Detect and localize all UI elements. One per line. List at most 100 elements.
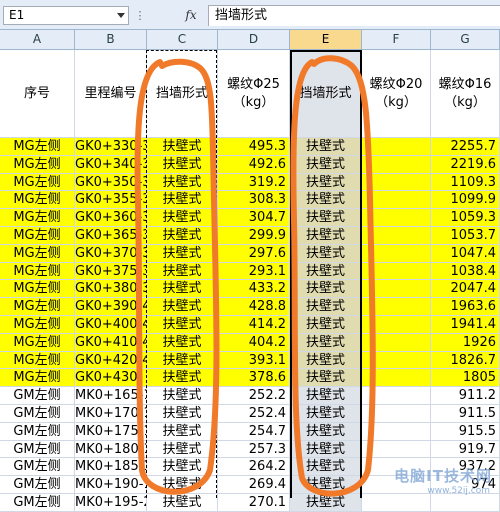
table-cell-a[interactable]: MG左侧 — [0, 280, 75, 299]
table-cell-c[interactable]: 扶壁式 — [147, 138, 218, 156]
table-cell-a[interactable]: GM左侧 — [0, 476, 75, 494]
table-cell-c[interactable]: 扶壁式 — [147, 155, 218, 174]
table-cell-c[interactable]: 扶壁式 — [147, 280, 218, 299]
column-header-e[interactable]: E — [290, 30, 362, 49]
name-box[interactable]: E1 — [3, 6, 129, 25]
table-cell-f[interactable] — [362, 422, 431, 441]
table-cell-f[interactable] — [362, 333, 431, 352]
table-cell-g[interactable] — [431, 494, 500, 512]
table-cell-c[interactable]: 扶壁式 — [147, 244, 218, 263]
table-cell-d[interactable]: 393.1 — [218, 351, 290, 370]
column-header-g[interactable]: G — [431, 30, 500, 49]
table-cell-f[interactable] — [362, 244, 431, 263]
table-cell-e[interactable]: 扶壁式 — [290, 422, 362, 441]
table-cell-b[interactable]: GK0+350-35 — [75, 173, 147, 192]
header-cell-index[interactable]: 序号 — [0, 50, 75, 138]
table-cell-a[interactable]: MG左侧 — [0, 298, 75, 316]
table-cell-b[interactable]: GK0+375-38 — [75, 262, 147, 281]
table-cell-c[interactable]: 扶壁式 — [147, 440, 218, 459]
splitter-dots-icon[interactable]: ⋮ — [134, 8, 146, 24]
table-cell-d[interactable]: 252.2 — [218, 387, 290, 405]
table-cell-b[interactable]: GK0+430- — [75, 369, 147, 388]
table-cell-f[interactable] — [362, 405, 431, 423]
table-cell-a[interactable]: MG左侧 — [0, 155, 75, 174]
table-cell-c[interactable]: 扶壁式 — [147, 333, 218, 352]
table-cell-d[interactable]: 304.7 — [218, 209, 290, 227]
table-cell-a[interactable]: MG左侧 — [0, 316, 75, 334]
table-cell-c[interactable]: 扶壁式 — [147, 387, 218, 405]
table-cell-c[interactable]: 扶壁式 — [147, 316, 218, 334]
table-cell-c[interactable]: 扶壁式 — [147, 351, 218, 370]
table-cell-a[interactable]: GM左侧 — [0, 440, 75, 459]
table-cell-e[interactable]: 扶壁式 — [290, 458, 362, 477]
header-cell-rebar-20[interactable]: 螺纹Φ20（kg） — [362, 50, 431, 138]
table-cell-b[interactable]: GK0+340-35 — [75, 155, 147, 174]
table-cell-a[interactable]: MG左侧 — [0, 191, 75, 210]
table-cell-g[interactable]: 911.5 — [431, 405, 500, 423]
table-cell-d[interactable]: 293.1 — [218, 262, 290, 281]
table-cell-g[interactable]: 1047.4 — [431, 244, 500, 263]
fx-icon[interactable]: fx — [178, 6, 204, 25]
table-cell-a[interactable]: MG左侧 — [0, 173, 75, 192]
table-cell-g[interactable]: 2219.6 — [431, 155, 500, 174]
table-cell-g[interactable]: 1109.3 — [431, 173, 500, 192]
table-cell-b[interactable]: MK0+190-19 — [75, 476, 147, 494]
column-header-b[interactable]: B — [75, 30, 147, 49]
table-cell-e[interactable]: 扶壁式 — [290, 316, 362, 334]
table-cell-b[interactable]: GK0+400-41 — [75, 316, 147, 334]
table-cell-b[interactable]: GK0+390-40 — [75, 298, 147, 316]
table-cell-d[interactable]: 428.8 — [218, 298, 290, 316]
header-cell-wall-type-c[interactable]: 挡墙形式 — [147, 50, 218, 138]
table-cell-a[interactable]: MG左侧 — [0, 227, 75, 245]
table-cell-e[interactable]: 扶壁式 — [290, 405, 362, 423]
table-cell-f[interactable] — [362, 351, 431, 370]
table-cell-d[interactable]: 492.6 — [218, 155, 290, 174]
table-cell-f[interactable] — [362, 173, 431, 192]
table-cell-a[interactable]: MG左侧 — [0, 244, 75, 263]
table-cell-g[interactable]: 911.2 — [431, 387, 500, 405]
table-cell-d[interactable]: 414.2 — [218, 316, 290, 334]
table-cell-d[interactable]: 252.4 — [218, 405, 290, 423]
table-cell-e[interactable]: 扶壁式 — [290, 333, 362, 352]
table-cell-b[interactable]: MK0+175-18 — [75, 422, 147, 441]
table-cell-d[interactable]: 254.7 — [218, 422, 290, 441]
table-cell-f[interactable] — [362, 494, 431, 512]
table-cell-c[interactable]: 扶壁式 — [147, 458, 218, 477]
table-cell-e[interactable]: 扶壁式 — [290, 440, 362, 459]
table-cell-a[interactable]: MG左侧 — [0, 209, 75, 227]
table-cell-g[interactable]: 1805 — [431, 369, 500, 388]
table-cell-g[interactable]: 1963.6 — [431, 298, 500, 316]
table-cell-c[interactable]: 扶壁式 — [147, 494, 218, 512]
table-cell-c[interactable]: 扶壁式 — [147, 262, 218, 281]
table-cell-a[interactable]: GM左侧 — [0, 422, 75, 441]
table-cell-c[interactable]: 扶壁式 — [147, 405, 218, 423]
table-cell-b[interactable]: GK0+355-36 — [75, 191, 147, 210]
table-cell-d[interactable]: 299.9 — [218, 227, 290, 245]
table-cell-a[interactable]: MG左侧 — [0, 262, 75, 281]
table-cell-a[interactable]: GM左侧 — [0, 458, 75, 477]
column-header-d[interactable]: D — [218, 30, 290, 49]
table-cell-d[interactable]: 378.6 — [218, 369, 290, 388]
table-cell-a[interactable]: GM左侧 — [0, 387, 75, 405]
header-cell-mileage[interactable]: 里程编号 — [75, 50, 147, 138]
table-cell-a[interactable]: MG左侧 — [0, 369, 75, 388]
table-cell-g[interactable]: 1826.7 — [431, 351, 500, 370]
table-cell-e[interactable]: 扶壁式 — [290, 155, 362, 174]
table-cell-c[interactable]: 扶壁式 — [147, 191, 218, 210]
table-cell-f[interactable] — [362, 138, 431, 156]
table-cell-e[interactable]: 扶壁式 — [290, 173, 362, 192]
table-cell-g[interactable]: 915.5 — [431, 422, 500, 441]
table-cell-b[interactable]: MK0+170-17 — [75, 405, 147, 423]
table-cell-b[interactable]: MK0+185-19 — [75, 458, 147, 477]
table-cell-d[interactable]: 269.4 — [218, 476, 290, 494]
table-cell-e[interactable]: 扶壁式 — [290, 280, 362, 299]
table-cell-d[interactable]: 319.2 — [218, 173, 290, 192]
table-cell-b[interactable]: GK0+410-42 — [75, 333, 147, 352]
table-cell-f[interactable] — [362, 298, 431, 316]
table-cell-d[interactable]: 433.2 — [218, 280, 290, 299]
column-header-c[interactable]: C — [147, 30, 218, 49]
table-cell-d[interactable]: 257.3 — [218, 440, 290, 459]
table-cell-a[interactable]: MG左侧 — [0, 138, 75, 156]
table-cell-e[interactable]: 扶壁式 — [290, 138, 362, 156]
table-cell-a[interactable]: MG左侧 — [0, 333, 75, 352]
